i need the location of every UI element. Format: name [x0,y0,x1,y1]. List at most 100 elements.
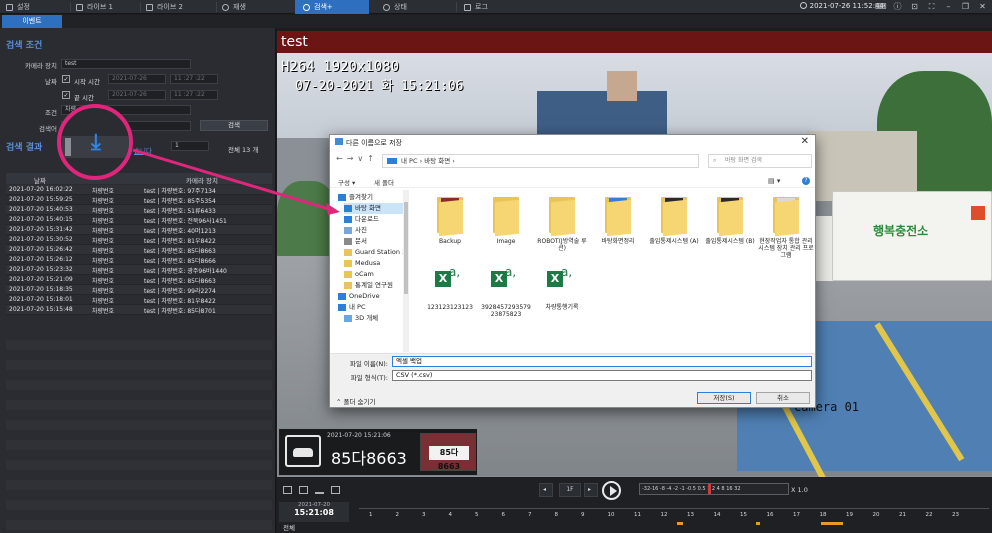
dialog-search-input[interactable]: ⌕ 바탕 화면 검색 [708,154,812,168]
keyword-label: 검색어 [39,125,57,133]
timeline-tick: 9 [581,512,585,518]
page-select[interactable]: 1 [171,141,209,151]
start-time-field[interactable]: 11 :27 :22 [170,74,218,84]
tab-playback[interactable]: 재생 [222,0,246,14]
excel-file-item[interactable]: Xa, 차량통행기록 [534,266,590,311]
folder-icon [344,260,352,267]
hide-folders-toggle[interactable]: ⌃ 폴더 숨기기 [336,396,375,406]
tree-item[interactable]: 문서 [344,236,367,247]
table-row[interactable]: 2021-07-20 15:59:25 차량번호 test | 차량번호: 85주5… [6,195,272,205]
camera-icon[interactable] [283,486,292,494]
download-icon[interactable]: ⤓ [91,132,101,154]
frame-forward-button[interactable]: ▸ [584,483,598,497]
tab-log[interactable]: 로그 [464,0,488,14]
minimize-icon[interactable]: – [943,1,954,12]
row-camera: test | 차량번호: 97주7134 [144,188,216,195]
bookmark-icon[interactable] [331,486,340,494]
table-row[interactable]: 2021-07-20 15:40:15 차량번호 test | 차량번호: 전북96… [6,215,272,225]
frame-back-button[interactable]: ◂ [539,483,553,497]
cancel-button[interactable]: 취소 [756,392,810,404]
tree-item[interactable]: Guard Station 3 [344,247,406,258]
playback-controls: ◂ 1F ▸ -32-16 -8 -4 -2 -1 -0.5 0.5 1 2 4… [277,478,992,533]
tree-item[interactable]: 사진 [344,225,367,236]
folder-item[interactable]: 출입통제시스템 (B) [702,195,758,245]
tab-live-2[interactable]: 라이브 2 [146,0,183,14]
new-folder-button[interactable]: 새 폴더 [374,177,394,187]
table-row[interactable]: 2021-07-20 15:31:42 차량번호 test | 차량번호: 40머1… [6,225,272,235]
camera-label: 카메라 장치 [25,62,57,70]
tree-item[interactable]: OneDrive [338,291,380,302]
download-icon[interactable] [315,486,324,494]
save-button[interactable]: 저장(S) [697,392,751,404]
end-time-checkbox[interactable]: ✓ [62,91,70,99]
folder-item[interactable]: Image [478,195,534,245]
timeline-tick: 4 [448,512,453,518]
tree-item[interactable]: 즐겨찾기 [338,192,373,203]
row-type: 차량번호 [92,228,115,235]
tree-item[interactable]: 통계일 연구원 [344,280,393,291]
image-icon[interactable] [299,486,308,494]
info-icon[interactable]: ⓘ [892,1,903,12]
folder-item[interactable]: 출입통제시스템 (A) [646,195,702,245]
tab-status[interactable]: 상태 [383,0,407,14]
table-row[interactable]: 2021-07-20 15:30:52 차량번호 test | 차량번호: 81우8… [6,235,272,245]
filename-input[interactable]: 엑셀 백업 [392,356,812,367]
close-icon[interactable]: ✕ [801,136,809,147]
table-row[interactable]: 2021-07-20 16:02:22 차량번호 test | 차량번호: 97주7… [6,185,272,195]
tab-settings[interactable]: 설정 [6,0,30,14]
start-date-field[interactable]: 2021-07-26 [108,74,166,84]
table-row[interactable]: 2021-07-20 15:26:12 차량번호 test | 차량번호: 85더8… [6,255,272,265]
tree-item[interactable]: oCam [344,269,374,280]
table-row[interactable]: 2021-07-20 15:40:53 차량번호 test | 차량번호: 51류6… [6,205,272,215]
folder-item[interactable]: ROBOT(J방역술 루션) [534,195,590,252]
window-icon[interactable]: ❐ [960,1,971,12]
play-button[interactable] [602,481,621,500]
table-row[interactable]: 2021-07-20 15:15:48 차량번호 test | 차량번호: 85다8… [6,305,272,315]
keyboard-icon[interactable]: ⌨ [875,1,887,12]
table-row[interactable]: 2021-07-20 15:23:32 차량번호 test | 차량번호: 광주96… [6,265,272,275]
tab-live-1[interactable]: 라이브 1 [76,0,113,14]
folder-item[interactable]: 현장작업자 통합 관리 시스템 장치 관리 프로그램 [758,195,814,259]
nav-buttons[interactable]: ←→∨↑ [336,154,378,163]
end-date-field[interactable]: 2021-07-26 [108,90,166,100]
speed-scale[interactable]: -32-16 -8 -4 -2 -1 -0.5 0.5 1 2 4 8 16 3… [639,483,789,495]
fullscreen-icon[interactable]: ⛶ [926,1,937,12]
tab-event[interactable]: 이벤트 [2,15,62,28]
organize-button[interactable]: 구성 ▾ [338,177,355,187]
table-row[interactable]: 2021-07-20 15:26:42 차량번호 test | 차량번호: 85다8… [6,245,272,255]
timeline-event-segment[interactable] [821,522,843,525]
close-icon[interactable]: ✕ [977,1,988,12]
folder-icon [344,249,352,256]
excel-file-item[interactable]: Xa, 3928457293579 23875823 [478,266,534,318]
unlock-icon[interactable]: ⊡ [909,1,920,12]
folder-item[interactable]: Backup [422,195,478,245]
tree-scrollbar[interactable] [403,190,409,352]
export-link[interactable]: 습니다 [134,145,152,155]
timeline-event-segment[interactable] [756,522,760,525]
tree-item[interactable]: 바탕 화면 [344,203,408,214]
help-icon[interactable]: ? [802,177,810,185]
frame-step-value[interactable]: 1F [559,483,581,497]
table-row[interactable]: 2021-07-20 15:18:35 차량번호 test | 차량번호: 99라2… [6,285,272,295]
timeline[interactable]: 1 2 3 4 5 6 7 8 9 10 11 12 13 14 15 16 17 18 19 20 21 22 23 [359,508,989,525]
camera-select[interactable]: test [61,59,191,69]
tree-item[interactable]: 내 PC [338,302,366,313]
folder-item[interactable]: 바탕화면정리 [590,195,646,245]
tree-item[interactable]: Medusa [344,258,380,269]
timeline-event-segment[interactable] [677,522,683,525]
view-options-icon[interactable]: ▤ ▾ [768,177,780,185]
address-bar[interactable]: 내 PC › 바탕 화면 › [382,154,699,168]
end-time-field[interactable]: 11 :27 :22 [170,90,218,100]
scroll-thumb[interactable] [404,202,408,294]
plate-thumbnail[interactable]: 85다8663 [420,433,476,471]
filetype-select[interactable]: CSV (*.csv) [392,370,812,381]
table-row[interactable]: 2021-07-20 15:21:09 차량번호 test | 차량번호: 85다8… [6,275,272,285]
search-button[interactable]: 검색 [200,120,268,131]
tree-item[interactable]: 다운로드 [344,214,379,225]
table-row[interactable]: 2021-07-20 15:18:01 차량번호 test | 차량번호: 81우8… [6,295,272,305]
excel-file-item[interactable]: Xa, 123123123123 [422,266,478,311]
speed-marker[interactable] [708,484,711,494]
start-time-checkbox[interactable]: ✓ [62,75,70,83]
tree-item[interactable]: 3D 개체 [344,313,378,324]
tab-search-plus[interactable]: 검색+ [295,0,369,14]
